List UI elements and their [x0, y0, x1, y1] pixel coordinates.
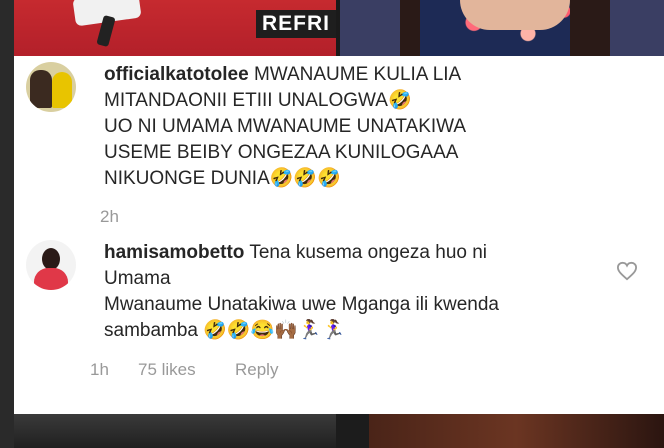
comment-line: sambamba 🤣🤣😂🙌🏾🏃‍♀️🏃‍♀️: [104, 320, 346, 341]
avatar-head: [42, 248, 60, 270]
comment-time: 2h: [100, 207, 119, 226]
comment-line: NIKUONGE DUNIA🤣🤣🤣: [104, 168, 341, 189]
photo-skin: [460, 0, 570, 30]
comments-panel: officialkatotolee MWANAUME KULIA LIA MIT…: [14, 56, 664, 414]
comment-username[interactable]: officialkatotolee: [104, 64, 249, 85]
avatar-person: [30, 70, 52, 108]
top-photo-left: REFRI: [14, 0, 336, 56]
bottom-photo-left: [14, 414, 336, 448]
comment-line: Tena kusema ongeza huo ni: [249, 242, 488, 263]
bottom-photo-strip: [14, 414, 664, 448]
comment-line: Umama: [104, 268, 171, 289]
comment-likes[interactable]: 75 likes: [138, 360, 196, 380]
comment-text: hamisamobetto Tena kusema ongeza huo ni …: [104, 240, 604, 344]
comment-line: MWANAUME KULIA LIA: [253, 64, 462, 85]
avatar-person: [52, 72, 72, 108]
top-photo-right: [340, 0, 664, 56]
comment-text: officialkatotolee MWANAUME KULIA LIA MIT…: [104, 62, 574, 192]
comment-line: UO NI UMAMA MWANAUME UNATAKIWA: [104, 116, 467, 137]
avatar-body: [34, 268, 68, 290]
left-edge: [0, 0, 14, 448]
avatar[interactable]: [26, 62, 76, 112]
bottom-photo-right: [369, 414, 664, 448]
reply-button[interactable]: Reply: [235, 360, 278, 380]
comment-time: 1h: [90, 360, 109, 379]
photo-overlay-label: REFRI: [256, 10, 336, 38]
comment-line: MITANDAONII ETIII UNALOGWA🤣: [104, 90, 412, 111]
comment-username[interactable]: hamisamobetto: [104, 242, 244, 263]
photo-hair-right: [570, 0, 610, 56]
heart-outline-icon[interactable]: [616, 261, 638, 281]
comment-line: USEME BEIBY ONGEZAA KUNILOGAAA: [104, 142, 459, 163]
comment-line: Mwanaume Unatakiwa uwe Mganga ili kwenda: [104, 294, 499, 315]
avatar[interactable]: [26, 240, 76, 290]
